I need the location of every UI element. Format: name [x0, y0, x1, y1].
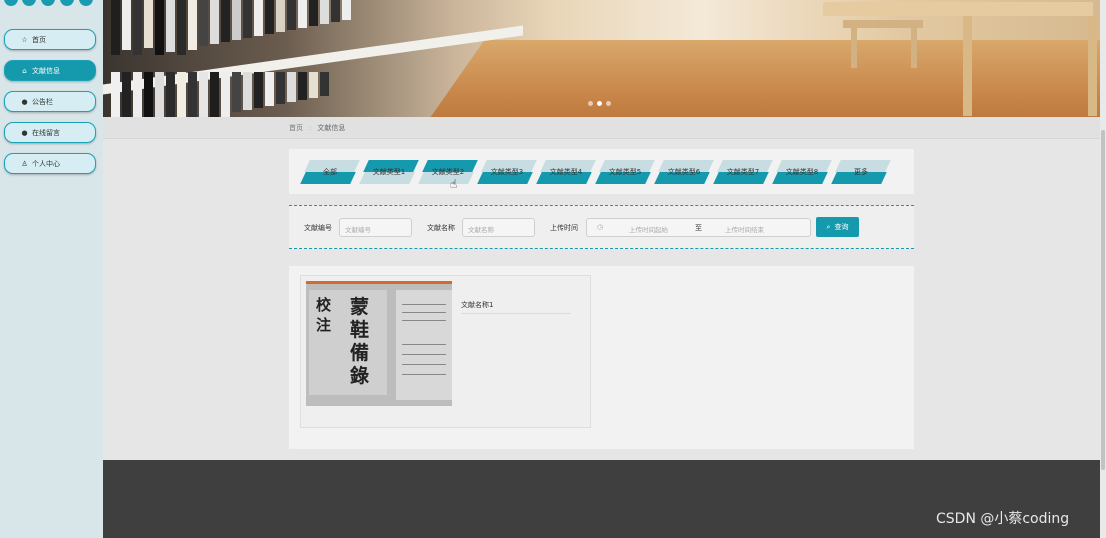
thumb-text-line [402, 304, 446, 305]
banner-books-top [111, 0, 353, 55]
thumbnail-page [396, 290, 452, 400]
carousel-dot-active[interactable] [597, 101, 602, 106]
tab-type-2[interactable]: 文献类型2 [418, 160, 478, 184]
tab-type-4[interactable]: 文献类型4 [536, 160, 596, 184]
tab-label: 文献类型6 [667, 168, 701, 176]
breadcrumb: 首页: 文献信息 [289, 123, 345, 133]
hand-cursor-icon: ☝ [450, 177, 458, 191]
date-range-separator: 至 [695, 224, 702, 232]
user-icon: ♙ [21, 159, 28, 168]
breadcrumb-home[interactable]: 首页 [289, 124, 303, 132]
breadcrumb-current: 文献信息 [317, 124, 346, 132]
info-icon: ● [21, 97, 28, 106]
document-title[interactable]: 文献名称1 [461, 300, 493, 310]
title-divider [461, 313, 571, 314]
search-button[interactable]: ⌕ 查询 [816, 217, 859, 237]
thumb-text-line [402, 374, 446, 375]
sidebar-item-profile[interactable]: ♙ 个人中心 [4, 153, 96, 174]
tab-type-1[interactable]: 文献类型1 [359, 160, 419, 184]
sidebar-item-label: 文献信息 [32, 66, 60, 75]
sidebar-item-label: 首页 [32, 35, 46, 44]
tab-label: 更多 [854, 168, 868, 176]
carousel-indicators [588, 101, 611, 106]
banner-carousel[interactable] [103, 0, 1100, 117]
sidebar-item-label: 公告栏 [32, 97, 53, 106]
sidebar-item-home[interactable]: ☆ 首页 [4, 29, 96, 50]
carousel-dot[interactable] [588, 101, 593, 106]
tab-label: 文献类型5 [608, 168, 642, 176]
upload-time-label: 上传时间 [550, 224, 578, 232]
sidebar-item-messages[interactable]: ● 在线留言 [4, 122, 96, 143]
search-form: 文献编号 文献编号 文献名称 文献名称 上传时间 ◷ 上传时间起始 至 上传时间… [289, 205, 914, 249]
sidebar-item-documents[interactable]: ⌂ 文献信息 [4, 60, 96, 81]
tab-all[interactable]: 全部 [300, 160, 360, 184]
thumb-char: 校 [316, 296, 332, 314]
scrollbar-thumb[interactable] [1101, 130, 1105, 470]
star-icon: ☆ [21, 35, 28, 44]
tab-label: 文献类型3 [490, 168, 524, 176]
help-icon: ● [21, 128, 28, 137]
watermark: CSDN @小蔡coding [936, 511, 1070, 527]
sidebar-item-label: 个人中心 [32, 159, 60, 168]
carousel-dot[interactable] [606, 101, 611, 106]
thumb-text-line [402, 364, 446, 365]
date-end-input[interactable]: 上传时间结束 [725, 224, 764, 234]
tab-type-7[interactable]: 文献类型7 [713, 160, 773, 184]
date-start-input[interactable]: 上传时间起始 [629, 224, 668, 234]
tab-type-3[interactable]: 文献类型3 [477, 160, 537, 184]
clock-icon: ◷ [597, 223, 604, 231]
banner-books-bottom [111, 72, 331, 117]
tab-type-6[interactable]: 文献类型6 [654, 160, 714, 184]
document-thumbnail[interactable]: 蒙 鞋 備 錄 校 注 [306, 281, 452, 406]
tab-label: 文献类型4 [549, 168, 583, 176]
page-scrollbar[interactable] [1100, 0, 1106, 538]
thumb-text-line [402, 312, 446, 313]
home-icon: ⌂ [22, 66, 27, 75]
sidebar: ☆ 首页 ⌂ 文献信息 ● 公告栏 ● 在线留言 ♙ 个人中心 [0, 0, 103, 538]
tab-more[interactable]: 更多 [831, 160, 891, 184]
doc-number-input[interactable]: 文献编号 [339, 218, 412, 237]
thumb-char: 錄 [350, 365, 370, 387]
thumb-char: 注 [316, 316, 332, 334]
search-button-label: 查询 [834, 223, 849, 231]
tab-label: 文献类型1 [372, 168, 406, 176]
thumb-text-line [402, 320, 446, 321]
sidebar-top-decoration [0, 0, 103, 8]
breadcrumb-separator: : [309, 124, 312, 132]
tab-type-5[interactable]: 文献类型5 [595, 160, 655, 184]
list-item[interactable]: 蒙 鞋 備 錄 校 注 文献名称1 [300, 275, 591, 428]
tab-label: 文献类型2 [431, 168, 465, 176]
doc-name-label: 文献名称 [427, 224, 455, 232]
banner-table-leg [1088, 16, 1097, 116]
doc-number-label: 文献编号 [304, 224, 332, 232]
banner-chair-leg [851, 28, 857, 68]
sidebar-item-label: 在线留言 [32, 128, 60, 137]
banner-chair-leg [911, 28, 917, 68]
results-list: 蒙 鞋 備 錄 校 注 文献名称1 [289, 266, 914, 449]
sidebar-item-announcements[interactable]: ● 公告栏 [4, 91, 96, 112]
breadcrumb-bar: 首页: 文献信息 [103, 117, 1100, 139]
search-icon: ⌕ [826, 222, 831, 231]
tab-label: 全部 [323, 168, 337, 176]
banner-table [823, 2, 1093, 16]
tab-label: 文献类型8 [785, 168, 819, 176]
category-tabs: 全部 文献类型1 文献类型2 文献类型3 文献类型4 文献类型5 文献类型6 文… [289, 149, 914, 194]
upload-date-range-picker[interactable]: ◷ 上传时间起始 至 上传时间结束 [586, 218, 811, 237]
banner-chair [843, 20, 923, 28]
banner-table-leg [963, 16, 972, 116]
thumb-text-line [402, 344, 446, 345]
tab-type-8[interactable]: 文献类型8 [772, 160, 832, 184]
thumb-text-line [402, 354, 446, 355]
tab-label: 文献类型7 [726, 168, 760, 176]
doc-name-input[interactable]: 文献名称 [462, 218, 535, 237]
banner-floor [421, 40, 1100, 117]
